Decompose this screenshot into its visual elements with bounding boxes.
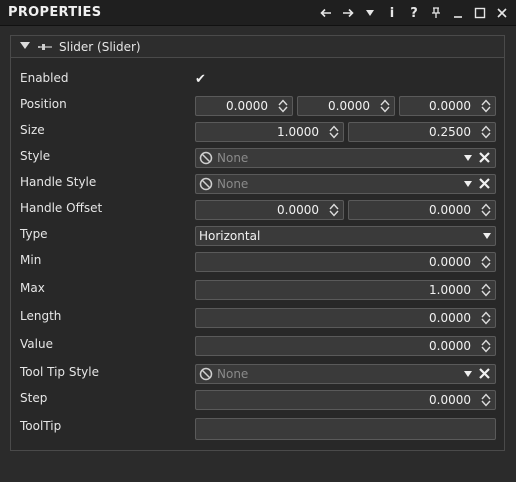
label-position: Position — [20, 97, 67, 111]
maximize-icon[interactable] — [470, 3, 490, 23]
none-icon — [199, 151, 213, 165]
position-y-value: 0.0000 — [328, 99, 370, 113]
max-field[interactable]: 1.0000 — [195, 280, 496, 300]
type-value: Horizontal — [199, 229, 261, 243]
titlebar: PROPERTIES i ? — [0, 0, 516, 26]
label-handle-style: Handle Style — [20, 175, 97, 189]
position-x-field[interactable]: 0.0000 — [195, 96, 293, 116]
size-height-value: 0.2500 — [429, 125, 471, 139]
handle-offset-y-field[interactable]: 0.0000 — [348, 200, 496, 220]
dropdown-icon[interactable] — [360, 3, 380, 23]
chevron-down-icon[interactable] — [464, 181, 472, 187]
label-tooltip-style: Tool Tip Style — [20, 365, 99, 379]
value-field[interactable]: 0.0000 — [195, 336, 496, 356]
clear-icon[interactable] — [478, 367, 491, 380]
label-handle-offset: Handle Offset — [20, 201, 103, 215]
close-icon[interactable] — [492, 3, 512, 23]
position-x-value: 0.0000 — [226, 99, 268, 113]
label-type: Type — [20, 227, 48, 241]
spinner-icon[interactable] — [481, 311, 491, 325]
spinner-icon[interactable] — [481, 393, 491, 407]
label-value: Value — [20, 337, 53, 351]
handle-style-dropdown[interactable]: None — [195, 174, 496, 194]
size-width-field[interactable]: 1.0000 — [195, 122, 344, 142]
handle-offset-x-field[interactable]: 0.0000 — [195, 200, 344, 220]
section-header[interactable]: Slider (Slider) — [11, 36, 504, 58]
length-value: 0.0000 — [429, 311, 471, 325]
label-size: Size — [20, 123, 45, 137]
position-y-field[interactable]: 0.0000 — [297, 96, 395, 116]
spinner-icon[interactable] — [481, 255, 491, 269]
collapse-arrow-icon[interactable] — [20, 42, 30, 49]
label-enabled: Enabled — [20, 71, 69, 85]
enabled-checkbox[interactable]: ✔ — [195, 72, 209, 87]
spinner-icon[interactable] — [329, 203, 339, 217]
spinner-icon[interactable] — [278, 99, 288, 113]
arrow-left-icon[interactable] — [316, 3, 336, 23]
clear-icon[interactable] — [478, 151, 491, 164]
type-dropdown[interactable]: Horizontal — [195, 226, 496, 246]
handle-style-value: None — [217, 177, 249, 191]
label-style: Style — [20, 149, 51, 163]
size-width-value: 1.0000 — [277, 125, 319, 139]
info-icon[interactable]: i — [382, 3, 402, 23]
clear-icon[interactable] — [478, 177, 491, 190]
label-min: Min — [20, 253, 42, 267]
spinner-icon[interactable] — [481, 99, 491, 113]
panel-title: PROPERTIES — [8, 5, 102, 20]
slider-icon — [38, 44, 52, 50]
tooltip-input[interactable] — [195, 418, 496, 440]
handle-offset-x-value: 0.0000 — [277, 203, 319, 217]
style-dropdown[interactable]: None — [195, 148, 496, 168]
section-title: Slider (Slider) — [59, 40, 141, 54]
chevron-down-icon[interactable] — [464, 155, 472, 161]
label-length: Length — [20, 309, 62, 323]
max-value: 1.0000 — [429, 283, 471, 297]
chevron-down-icon[interactable] — [464, 371, 472, 377]
spinner-icon[interactable] — [481, 203, 491, 217]
spinner-icon[interactable] — [329, 125, 339, 139]
pin-icon[interactable] — [426, 3, 446, 23]
minimize-icon[interactable] — [448, 3, 468, 23]
arrow-right-icon[interactable] — [338, 3, 358, 23]
tooltip-style-dropdown[interactable]: None — [195, 364, 496, 384]
position-z-field[interactable]: 0.0000 — [399, 96, 496, 116]
tooltip-style-value: None — [217, 367, 249, 381]
value-value: 0.0000 — [429, 339, 471, 353]
label-max: Max — [20, 281, 45, 295]
size-height-field[interactable]: 0.2500 — [348, 122, 496, 142]
min-field[interactable]: 0.0000 — [195, 252, 496, 272]
style-value: None — [217, 151, 249, 165]
label-step: Step — [20, 391, 48, 405]
spinner-icon[interactable] — [481, 339, 491, 353]
length-field[interactable]: 0.0000 — [195, 308, 496, 328]
min-value: 0.0000 — [429, 255, 471, 269]
handle-offset-y-value: 0.0000 — [429, 203, 471, 217]
position-z-value: 0.0000 — [429, 99, 471, 113]
chevron-down-icon[interactable] — [483, 233, 491, 239]
titlebar-icons: i ? — [314, 3, 512, 23]
spinner-icon[interactable] — [380, 99, 390, 113]
spinner-icon[interactable] — [481, 125, 491, 139]
label-tooltip: ToolTip — [20, 419, 62, 433]
spinner-icon[interactable] — [481, 283, 491, 297]
step-field[interactable]: 0.0000 — [195, 390, 496, 410]
none-icon — [199, 177, 213, 191]
help-icon[interactable]: ? — [404, 3, 424, 23]
none-icon — [199, 367, 213, 381]
step-value: 0.0000 — [429, 393, 471, 407]
